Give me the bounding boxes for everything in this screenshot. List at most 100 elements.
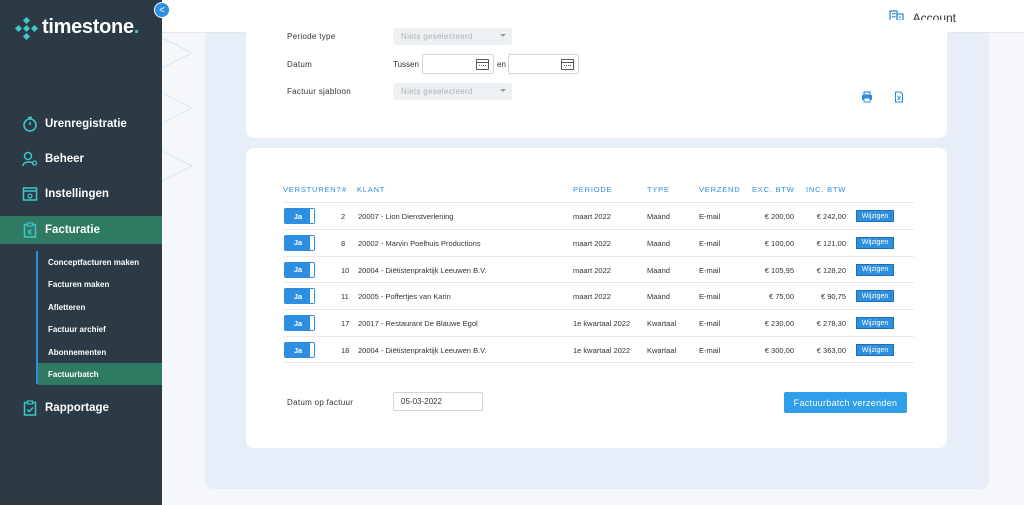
cell-verzend: E-mail (699, 265, 721, 275)
cell-excl-btw: € 300,00 (764, 346, 794, 355)
cell-nr: 11 (341, 292, 349, 302)
cell-periode: maart 2022 (573, 265, 611, 275)
toggle-label: Ja (285, 209, 311, 223)
wijzigen-button[interactable]: Wijzigen (856, 263, 894, 276)
calendar-icon[interactable] (561, 59, 574, 70)
cell-incl-btw: € 363,00 (816, 346, 846, 355)
sidebar-subitem-factuurbatch[interactable]: Factuurbatch (38, 363, 162, 385)
settings-window-icon (21, 185, 39, 203)
collapse-sidebar-button[interactable]: < (154, 2, 170, 18)
periode-type-select[interactable]: Niets geselecteerd (393, 28, 512, 45)
sidebar-subitem-afletteren[interactable]: Afletteren (38, 296, 162, 318)
sidebar-item-instellingen[interactable]: Instellingen (0, 180, 162, 208)
col-header-incl: INC. BTW (806, 185, 847, 194)
cell-type: Maand (647, 238, 670, 248)
wijzigen-button[interactable]: Wijzigen (856, 344, 894, 356)
datum-op-factuur-input[interactable]: 05-03-2022 (393, 392, 483, 411)
toggle-label: Ja (285, 262, 311, 277)
cell-excl-btw: € 200,00 (764, 212, 794, 221)
sjabloon-select[interactable]: Niets geselecteerd (393, 83, 512, 100)
cell-periode: maart 2022 (573, 292, 611, 302)
cell-type: Kwartaal (647, 319, 677, 329)
col-header-nr: # (342, 185, 347, 194)
sidebar-subitem-abonnementen[interactable]: Abonnementen (38, 341, 162, 363)
sidebar-item-rapportage[interactable]: Rapportage (0, 394, 162, 422)
cell-klant: 20002 - Marvin Poelhuis Productions (358, 238, 481, 248)
versturen-toggle[interactable]: Ja (284, 261, 315, 278)
sidebar-item-beheer[interactable]: Beheer (0, 145, 162, 173)
sidebar-subitem-facturen-maken[interactable]: Facturen maken (38, 273, 162, 295)
table-bottom-border (283, 362, 914, 363)
cell-excl-btw: € 230,00 (764, 319, 794, 329)
versturen-toggle[interactable]: Ja (284, 315, 315, 332)
print-icon[interactable] (861, 91, 873, 103)
col-header-versturen: VERSTUREN? (283, 185, 342, 194)
table-row: Ja 17 20017 - Restaurant De Blauwe Egol 1e … (283, 309, 914, 336)
cell-type: Maand (647, 292, 670, 302)
cell-incl-btw: € 121,00 (816, 238, 846, 248)
toggle-off-part (310, 262, 314, 277)
toggle-label: Ja (285, 235, 311, 250)
toggle-off-part (310, 209, 314, 223)
cell-verzend: E-mail (699, 292, 721, 302)
versturen-toggle[interactable]: Ja (284, 234, 315, 251)
table-row: Ja 2 20007 - Lion Dienstverlening maart 202… (283, 202, 914, 229)
tussen-label: Tussen (393, 60, 419, 69)
cell-type: Kwartaal (647, 346, 677, 355)
wijzigen-button[interactable]: Wijzigen (856, 290, 894, 303)
cell-klant: 20007 - Lion Dienstverlening (358, 212, 454, 221)
cell-periode: maart 2022 (573, 238, 611, 248)
versturen-toggle[interactable]: Ja (284, 208, 315, 224)
toggle-off-part (310, 235, 314, 250)
sidebar-subitem-factuur-archief[interactable]: Factuur archief (38, 318, 162, 340)
sidebar-item-facturatie[interactable]: € Facturatie (0, 216, 162, 244)
cell-incl-btw: € 242,00 (816, 212, 846, 221)
cell-klant: 20017 - Restaurant De Blauwe Egol (358, 319, 478, 329)
col-header-excl: EXC. BTW (752, 185, 795, 194)
date-to-input[interactable] (508, 54, 579, 74)
table-row: Ja 11 20005 - Poffertjes van Karin maart 20… (283, 282, 914, 309)
clipboard-check-icon (21, 399, 39, 417)
col-header-verzend: VERZEND (699, 185, 741, 194)
clipboard-euro-icon: € (21, 221, 39, 239)
col-header-periode: PERIODE (573, 185, 613, 194)
wijzigen-button[interactable]: Wijzigen (856, 210, 894, 222)
logo[interactable]: timestone. (14, 16, 140, 40)
cell-nr: 17 (341, 319, 350, 329)
cell-nr: 10 (341, 265, 350, 275)
toggle-label: Ja (285, 289, 311, 304)
cell-type: Maand (647, 212, 670, 221)
versturen-toggle[interactable]: Ja (284, 342, 315, 358)
cell-klant: 20005 - Poffertjes van Karin (358, 292, 451, 302)
background-pattern (162, 37, 194, 182)
cell-incl-btw: € 278,30 (816, 319, 846, 329)
cell-periode: maart 2022 (573, 212, 611, 221)
logo-text: timestone. (42, 16, 140, 38)
sjabloon-label: Factuur sjabloon (287, 87, 351, 96)
sidebar-item-urenregistratie[interactable]: Urenregistratie (0, 110, 162, 138)
en-label: en (497, 60, 506, 69)
export-file-icon[interactable] (893, 91, 905, 103)
calendar-icon[interactable] (476, 59, 489, 70)
sidebar-item-label: Instellingen (45, 188, 109, 200)
col-header-type: TYPE (647, 185, 670, 194)
cell-verzend: E-mail (699, 212, 721, 221)
svg-text:€: € (27, 229, 33, 237)
date-from-input[interactable] (422, 54, 494, 74)
cell-nr: 18 (341, 346, 350, 355)
cell-verzend: E-mail (699, 319, 721, 329)
sidebar-item-label: Facturatie (45, 224, 100, 236)
wijzigen-button[interactable]: Wijzigen (856, 317, 894, 330)
sidebar-subitem-conceptfacturen[interactable]: Conceptfacturen maken (38, 251, 162, 273)
datum-label: Datum (287, 60, 313, 69)
cell-type: Maand (647, 265, 670, 275)
cell-verzend: E-mail (699, 238, 721, 248)
factuurbatch-verzenden-button[interactable]: Factuurbatch verzenden (784, 392, 907, 413)
periode-type-label: Periode type (287, 32, 336, 41)
cell-incl-btw: € 90,75 (820, 292, 846, 302)
cell-nr: 8 (341, 238, 346, 248)
versturen-toggle[interactable]: Ja (284, 288, 315, 305)
filter-card (246, 20, 947, 138)
wijzigen-button[interactable]: Wijzigen (856, 236, 894, 249)
chevron-down-icon (500, 89, 506, 92)
